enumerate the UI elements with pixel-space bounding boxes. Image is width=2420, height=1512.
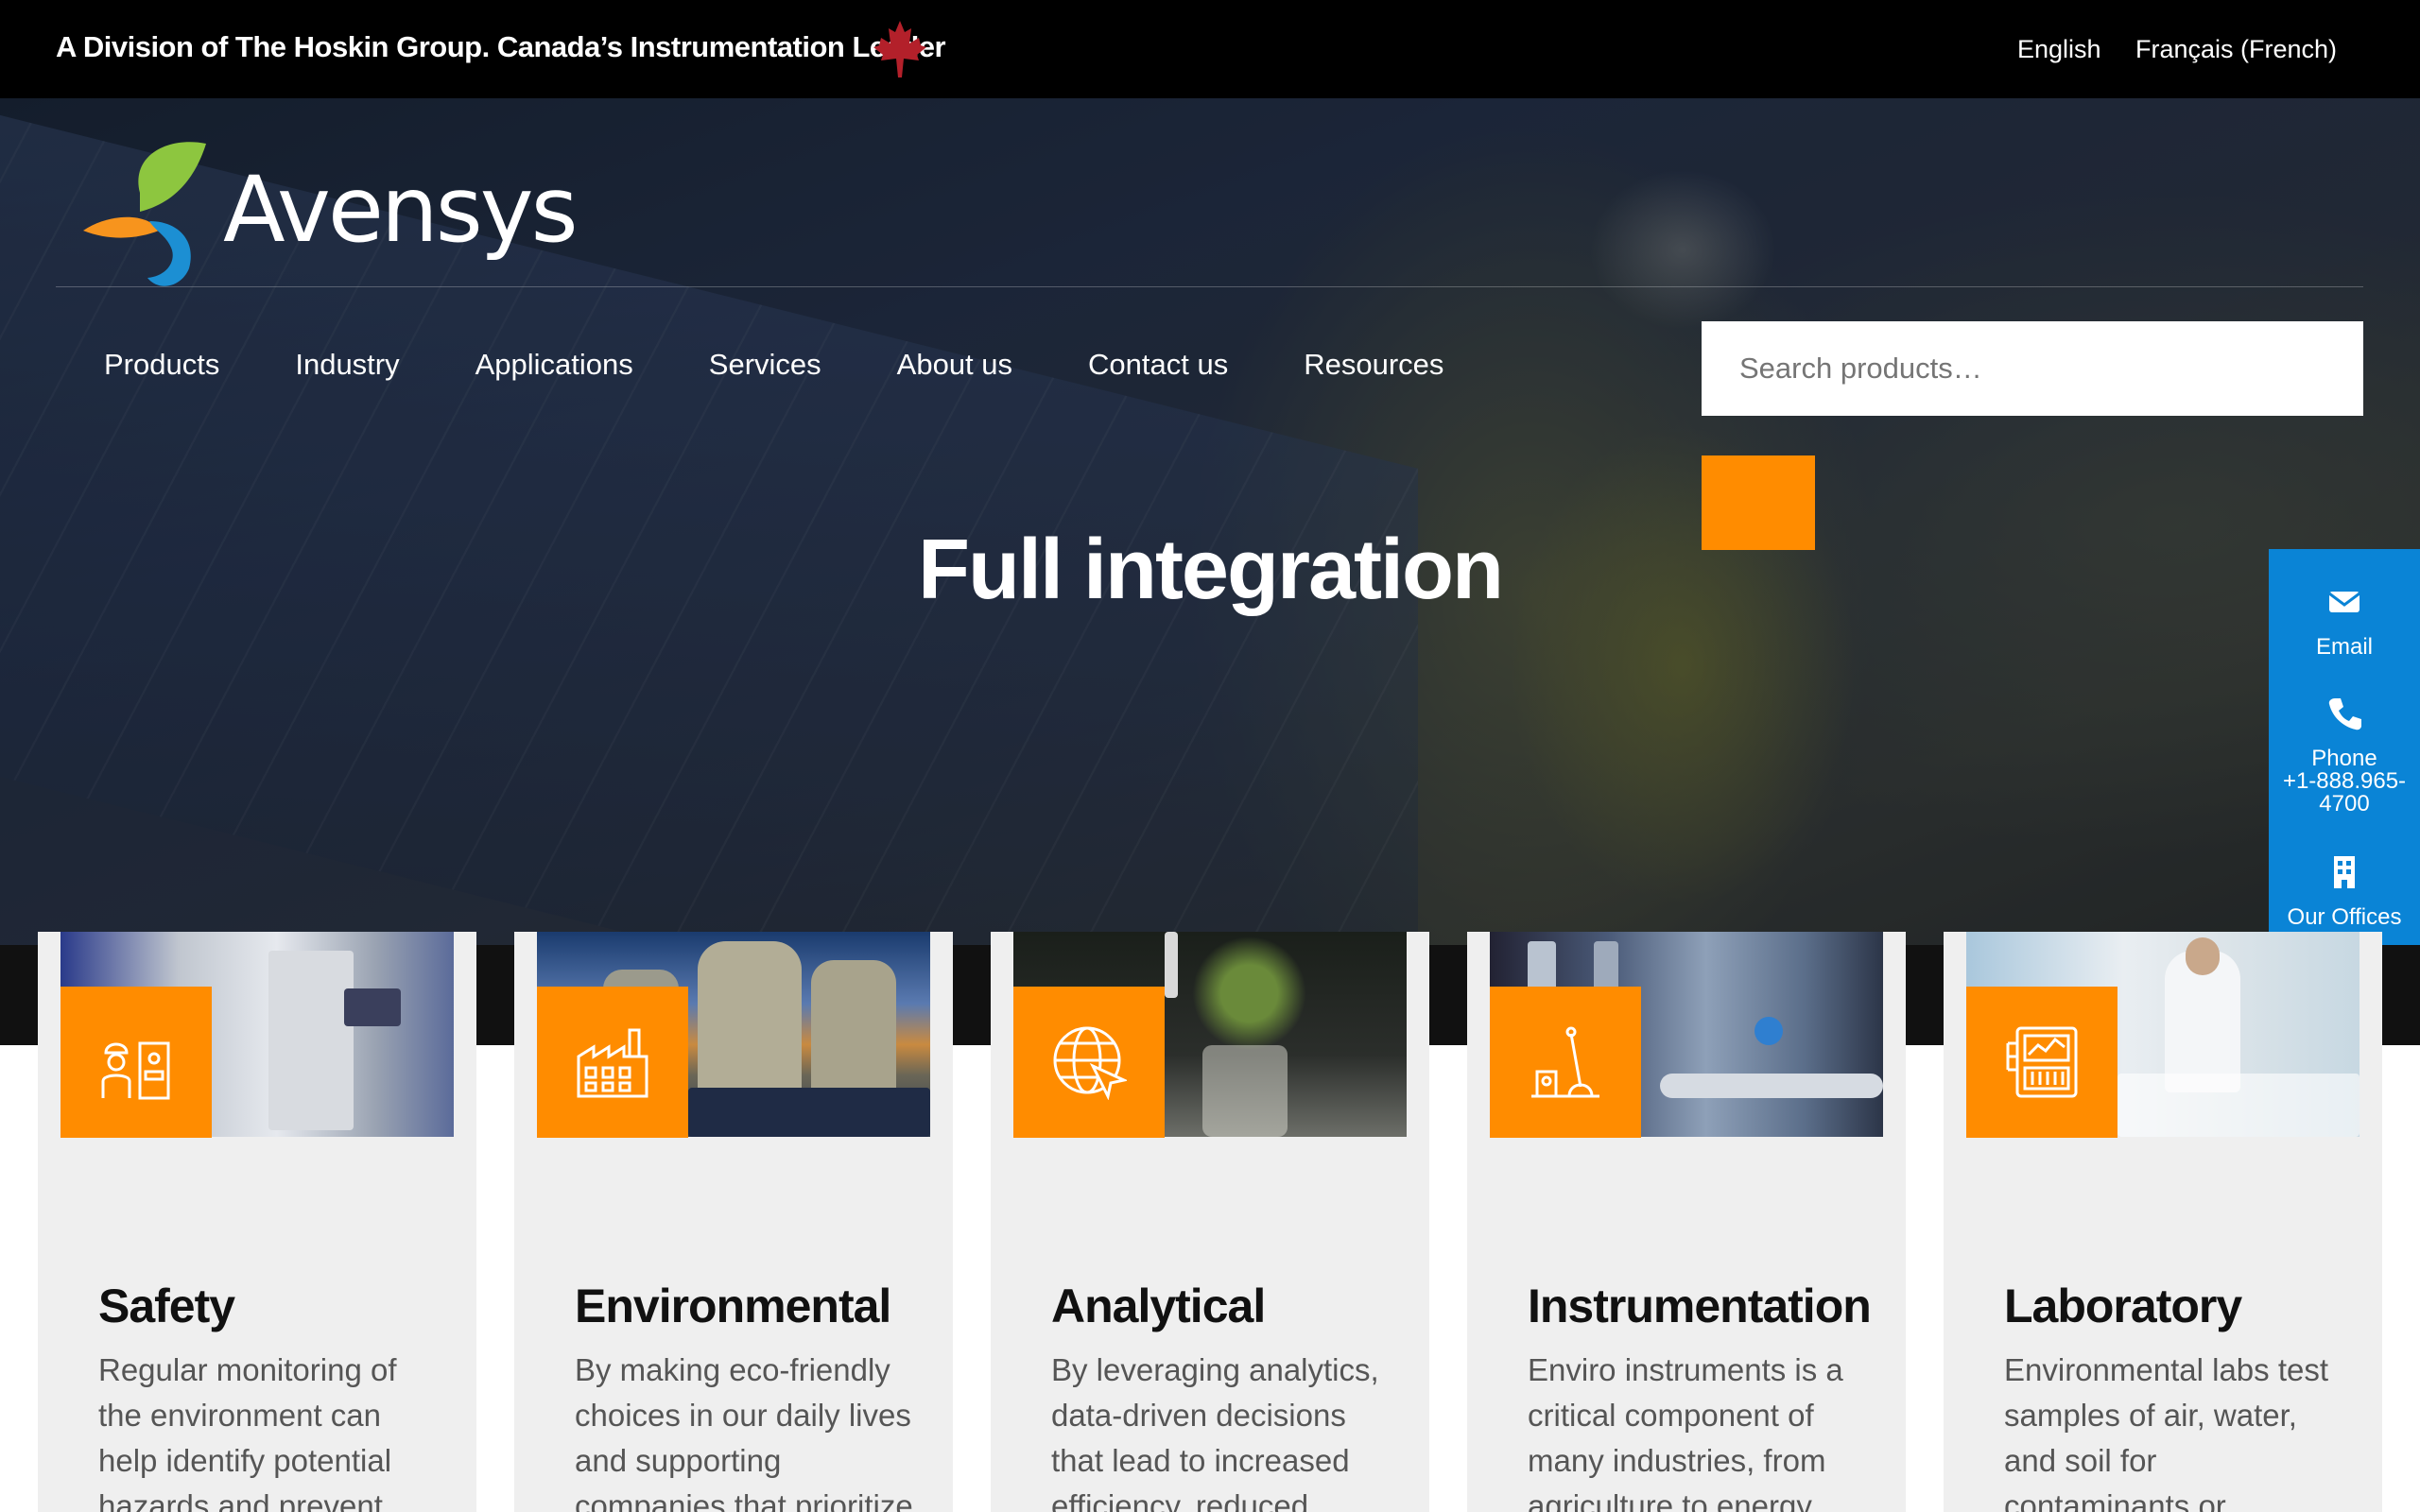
card-text: Environmental labs test samples of air, … (2004, 1352, 2329, 1512)
logo-mark-icon (83, 142, 206, 286)
category-cards: Safety Regular monitoring of the environ… (0, 932, 2420, 1512)
division-tagline: A Division of The Hoskin Group. Canada’s… (56, 30, 946, 63)
nav-item-about-us[interactable]: About us (897, 346, 1012, 384)
logo-wordmark: Avensys (223, 157, 579, 263)
lab-device-icon (2006, 1026, 2078, 1098)
card-title: Analytical (1051, 1280, 1266, 1332)
card-environmental[interactable]: Environmental By making eco-friendly cho… (514, 932, 953, 1512)
language-english-link[interactable]: English (2017, 34, 2101, 64)
contact-side-panel: Email Phone +1-888.965-4700 Our Offices (2269, 549, 2420, 963)
card-title: Environmental (575, 1280, 891, 1332)
card-title: Laboratory (2004, 1280, 2242, 1332)
nav-item-applications[interactable]: Applications (475, 346, 633, 384)
nav-item-industry[interactable]: Industry (295, 346, 399, 384)
card-safety[interactable]: Safety Regular monitoring of the environ… (38, 932, 476, 1512)
card-laboratory[interactable]: Laboratory Environmental labs test sampl… (1944, 932, 2382, 1512)
maple-leaf-icon (873, 21, 926, 77)
nav-item-resources[interactable]: Resources (1304, 346, 1443, 384)
search-input[interactable] (1702, 321, 2363, 416)
header-divider (56, 286, 2363, 287)
top-bar: A Division of The Hoskin Group. Canada’s… (0, 0, 2420, 98)
lever-gauge-icon (1531, 1026, 1599, 1098)
globe-cursor-icon (1053, 1026, 1127, 1100)
building-icon (2334, 856, 2355, 888)
envelope-icon (2328, 592, 2360, 612)
nav-item-products[interactable]: Products (104, 346, 219, 384)
card-title: Instrumentation (1528, 1280, 1872, 1332)
language-french-link[interactable]: Français (French) (2135, 34, 2337, 64)
phone-number: +1-888.965-4700 (2282, 768, 2407, 816)
contact-email[interactable]: Email (2269, 583, 2420, 659)
card-text: Enviro instruments is a critical compone… (1528, 1352, 1843, 1512)
card-text: By leveraging analytics, data-driven dec… (1051, 1352, 1379, 1512)
card-analytical[interactable]: Analytical By leveraging analytics, data… (991, 932, 1429, 1512)
hero-title: Full integration (918, 523, 1504, 617)
avensys-logo[interactable]: Avensys (83, 136, 579, 287)
phone-icon (2328, 698, 2361, 730)
nav-item-contact-us[interactable]: Contact us (1088, 346, 1228, 384)
contact-phone[interactable]: Phone +1-888.965-4700 (2269, 695, 2420, 816)
card-instrumentation[interactable]: Instrumentation Enviro instruments is a … (1467, 932, 1906, 1512)
offices-label: Our Offices (2287, 904, 2402, 930)
safety-worker-icon (101, 1041, 170, 1100)
nav-item-services[interactable]: Services (709, 346, 821, 384)
phone-label: Phone (2311, 746, 2377, 771)
main-navigation: Products Industry Applications Services … (104, 346, 1519, 384)
factory-icon (577, 1028, 648, 1098)
contact-offices[interactable]: Our Offices (2269, 853, 2420, 929)
card-title: Safety (98, 1280, 235, 1332)
email-label: Email (2315, 634, 2373, 660)
card-text: Regular monitoring of the environment ca… (98, 1352, 397, 1512)
card-text: By making eco-friendly choices in our da… (575, 1352, 913, 1512)
